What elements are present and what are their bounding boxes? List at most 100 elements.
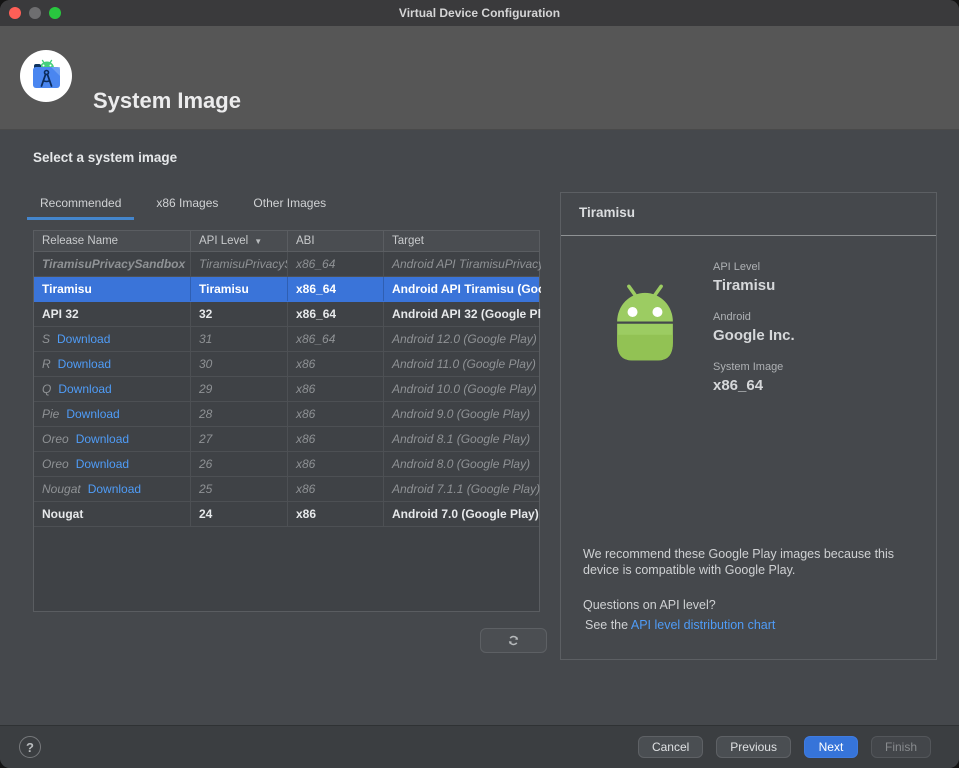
cell-abi: x86_64	[288, 252, 384, 276]
field-value: x86_64	[713, 377, 764, 394]
cell-release-name: R Download	[34, 352, 191, 376]
release-name: Tiramisu	[42, 282, 92, 296]
table-row[interactable]: API 32 32x86_64 Android API 32 (Google Pla…	[34, 302, 541, 327]
recommendation-text: We recommend these Google Play images be…	[583, 547, 895, 577]
table-row[interactable]: Nougat Download 25 x86 Android 7.1.1 (Google…	[34, 477, 540, 502]
field-value: Tiramisu	[713, 277, 776, 294]
field-label: Android	[713, 311, 751, 323]
table-row[interactable]: Nougat 24 x86 Android 7.0 (Google Play)	[34, 502, 539, 527]
cell-release-name: Tiramisu	[34, 277, 191, 301]
close-button[interactable]	[9, 7, 21, 19]
cell-api-level: 28	[191, 402, 288, 426]
download-link[interactable]: Download	[58, 357, 111, 371]
table-header: Release Name API Level ▼ ABI Target	[34, 231, 539, 252]
table-row[interactable]: Q Download 29 x86 Android 10.0 (Google Play)	[34, 377, 539, 402]
release-name: Oreo	[42, 457, 69, 471]
column-header-api-level[interactable]: API Level ▼	[191, 231, 288, 251]
cell-release-name: Q Download	[34, 377, 191, 401]
release-name: Nougat	[42, 482, 81, 496]
android-robot-icon	[601, 276, 689, 370]
cell-abi: x86	[288, 377, 384, 401]
cell-release-name: Nougat	[34, 502, 191, 526]
cell-abi: x86_64	[288, 302, 384, 326]
cell-release-name: Pie Download	[34, 402, 191, 426]
release-name: R	[42, 357, 51, 371]
column-header-abi[interactable]: ABI	[288, 231, 384, 251]
tab-x86-images[interactable]: x86 Images	[143, 192, 231, 220]
cell-api-level: 27	[191, 427, 288, 451]
cell-release-name: Oreo Download	[34, 452, 191, 476]
cell-api-level: 30	[191, 352, 288, 376]
table-row[interactable]: Oreo Download 26 x86 Android 8.0 (Google Pla…	[34, 452, 539, 477]
table-row[interactable]: R Download 30 x86 Android 11.0 (Google Play)	[34, 352, 539, 377]
api-distribution-chart-link[interactable]: API level distribution chart	[631, 618, 776, 632]
download-link[interactable]: Download	[76, 457, 129, 471]
cell-target: Android 8.0 (Google Play)	[392, 457, 531, 471]
cell-abi: x86	[288, 427, 384, 451]
cell-target: Android 7.0 (Google Play)	[392, 507, 539, 521]
image-detail-fields: API Level Tiramisu Android Google Inc. S…	[713, 261, 795, 411]
refresh-button[interactable]	[480, 628, 547, 653]
table-row[interactable]: Oreo Download 27 x86 Android 8.1 (Google Pla…	[34, 427, 539, 452]
titlebar: Virtual Device Configuration	[0, 0, 959, 26]
cell-release-name: Oreo Download	[34, 427, 191, 451]
api-level-question: Questions on API level?	[583, 598, 716, 612]
cell-target: Android 9.0 (Google Play)	[392, 407, 531, 421]
cell-target: Android 8.1 (Google Play)	[392, 432, 531, 446]
column-header-target[interactable]: Target	[384, 231, 541, 251]
cell-target: Android 10.0 (Google Play)	[392, 382, 537, 396]
virtual-device-configuration-window: Virtual Device Configuration System Imag…	[0, 0, 959, 768]
sort-descending-icon: ▼	[254, 236, 263, 246]
cell-target: Android API Tiramisu (Google Play)	[392, 282, 541, 296]
cell-target: Android API TiramisuPrivacySandbox	[392, 257, 541, 271]
column-header-release-name[interactable]: Release Name	[34, 231, 191, 251]
download-link[interactable]: Download	[76, 432, 129, 446]
system-image-table: Release Name API Level ▼ ABI Target Tira…	[33, 230, 541, 612]
next-button[interactable]: Next	[803, 736, 858, 758]
help-button[interactable]: ?	[19, 736, 41, 758]
table-row[interactable]: Tiramisu Tiramisu x86_64 Android API Tirami…	[34, 277, 541, 302]
cell-release-name: S Download	[34, 327, 191, 351]
cell-api-level: Tiramisu	[191, 277, 288, 301]
release-name: API 32	[42, 307, 79, 321]
see-the-text: See the API level distribution chart	[585, 618, 776, 632]
cancel-button[interactable]: Cancel	[637, 736, 704, 758]
cell-target: Android API 32 (Google Play)	[392, 307, 541, 321]
refresh-icon	[508, 635, 519, 646]
table-row[interactable]: Pie Download 28 x86 Android 9.0 (Google Play…	[34, 402, 539, 427]
download-link[interactable]: Download	[66, 407, 119, 421]
wizard-footer: ? Cancel Previous Next Finish	[0, 725, 959, 768]
finish-button[interactable]: Finish	[870, 736, 931, 758]
release-name: Pie	[42, 407, 60, 421]
table-body: TiramisuPrivacySandbox TiramisuPrivacySan…	[34, 252, 541, 527]
cell-abi: x86	[288, 502, 384, 526]
cell-abi: x86	[288, 352, 384, 376]
cell-api-level: 25	[191, 477, 288, 501]
cell-release-name: Nougat Download	[34, 477, 191, 501]
wizard-header: System Image	[0, 26, 959, 130]
previous-button[interactable]: Previous	[716, 736, 791, 758]
zoom-button[interactable]	[49, 7, 61, 19]
cell-api-level: TiramisuPrivacySandbox	[191, 252, 288, 276]
minimize-button[interactable]	[29, 7, 41, 19]
page-title: System Image	[93, 88, 241, 113]
footer-buttons: Cancel Previous Next Finish	[637, 736, 931, 758]
download-link[interactable]: Download	[88, 482, 141, 496]
table-row[interactable]: TiramisuPrivacySandbox TiramisuPrivacySan…	[34, 252, 541, 277]
selected-image-title: Tiramisu	[579, 205, 636, 220]
download-link[interactable]: Download	[57, 332, 110, 346]
field-label: API Level	[713, 261, 761, 273]
field-value: Google Inc.	[713, 327, 795, 344]
tab-recommended[interactable]: Recommended	[27, 192, 135, 220]
release-name: Q	[42, 382, 52, 396]
table-row[interactable]: S Download 31 x86_64 Android 12.0 (Google Pl…	[34, 327, 539, 352]
field-api-level: API Level Tiramisu	[713, 261, 795, 294]
download-link[interactable]: Download	[58, 382, 111, 396]
cell-target: Android 11.0 (Google Play)	[392, 357, 536, 371]
tab-other-images[interactable]: Other Images	[240, 192, 339, 220]
cell-abi: x86_64	[288, 277, 384, 301]
release-name: TiramisuPrivacySandbox	[42, 257, 186, 271]
cell-release-name: API 32	[34, 302, 191, 326]
panel-divider	[561, 235, 936, 236]
release-name: S	[42, 332, 51, 346]
